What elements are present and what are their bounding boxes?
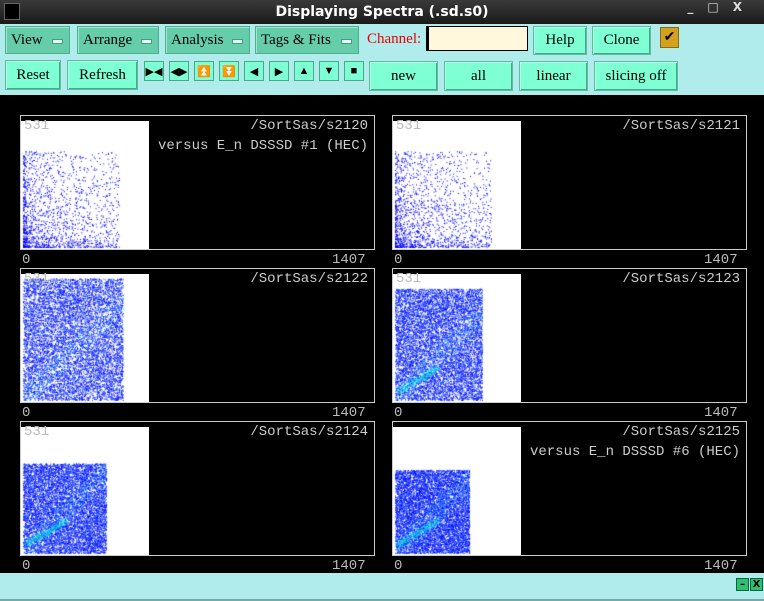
x-min-label: 0 [394,558,403,574]
checkbox[interactable]: ✔ [660,27,679,48]
y-max-label: 531 [24,424,50,440]
title-bar: Displaying Spectra (.sd.s0) _□X [0,0,764,24]
x-min-label: 0 [394,252,403,268]
clone-button[interactable]: Clone [592,26,651,55]
shrink-horizontal-icon[interactable]: ▶◀ [144,61,164,81]
spectrum-name: /SortSas/s2121 [622,118,740,134]
spectrum-name: /SortSas/s2124 [250,424,368,440]
spectrum-name: /SortSas/s2125 [622,424,740,440]
minimize-panel-button[interactable]: – [736,578,749,591]
new-button[interactable]: new [369,61,438,91]
x-min-label: 0 [22,405,31,421]
linear-button[interactable]: linear [519,61,588,91]
arrange-menu-label: Arrange [83,31,133,48]
spectrum-title: E_p versus E_n DSSSD #6 (HEC) [496,444,740,460]
spectrum-title: E_p versus E_n DSSSD #1 (HEC) [124,138,368,154]
scatter-plot[interactable] [21,274,149,402]
tags-fits-menu-label: Tags & Fits [261,31,331,48]
scroll-right-icon[interactable]: ▶ [269,61,289,81]
refresh-button[interactable]: Refresh [67,60,138,90]
expand-horizontal-icon[interactable]: ◀▶ [169,61,189,81]
minimize-button[interactable]: _ [687,0,707,14]
analysis-menu[interactable]: Analysis [165,26,250,54]
x-max-label: 1407 [332,558,366,574]
scatter-plot[interactable] [393,121,521,249]
y-max-label: 531 [24,271,50,287]
close-panel-button[interactable]: X [750,578,763,591]
scatter-plot[interactable] [393,274,521,402]
scatter-plot[interactable] [21,121,149,249]
menu-indicator-icon [141,39,152,44]
status-bar [0,573,764,601]
spectrum-panel[interactable]: /SortSas/s2121 531 [392,115,747,250]
x-max-label: 1407 [704,252,738,268]
arrange-menu[interactable]: Arrange [77,26,159,54]
scatter-plot[interactable] [21,427,149,555]
scroll-left-icon[interactable]: ◀ [244,61,264,81]
spectrum-name: /SortSas/s2122 [250,271,368,287]
y-max-label: 531 [396,271,422,287]
slicing-button[interactable]: slicing off [594,61,678,91]
x-min-label: 0 [22,558,31,574]
x-min-label: 0 [22,252,31,268]
spectrum-panel[interactable]: /SortSas/s2124 531 [20,421,375,556]
menu-indicator-icon [232,39,243,44]
window-title: Displaying Spectra (.sd.s0) [275,4,489,20]
spectrum-panel[interactable]: /SortSas/s2120 E_p versus E_n DSSSD #1 (… [20,115,375,250]
x-min-label: 0 [394,405,403,421]
spectrum-name: /SortSas/s2123 [622,271,740,287]
tags-fits-menu[interactable]: Tags & Fits [255,26,359,54]
x-max-label: 1407 [704,405,738,421]
spectrum-panel[interactable]: /SortSas/s2123 531 [392,268,747,403]
analysis-menu-label: Analysis [171,31,224,48]
close-button[interactable]: X [733,0,756,14]
view-menu[interactable]: View [5,26,70,54]
scroll-down-icon[interactable]: ▼ [319,61,339,81]
spectrum-panel[interactable]: /SortSas/s2125 E_p versus E_n DSSSD #6 (… [392,421,747,556]
reset-button[interactable]: Reset [5,60,61,90]
menu-indicator-icon [341,39,352,44]
app-icon [4,3,20,20]
x-max-label: 1407 [704,558,738,574]
expand-vertical-icon[interactable]: ⏫ [194,61,214,81]
y-max-label: 531 [24,118,50,134]
help-button[interactable]: Help [533,26,587,55]
menu-indicator-icon [52,39,63,44]
spectrum-panel[interactable]: /SortSas/s2122 531 [20,268,375,403]
all-button[interactable]: all [444,61,513,91]
y-max-label: 531 [396,118,422,134]
channel-input[interactable] [426,26,528,51]
maximize-button[interactable]: □ [707,0,732,14]
shrink-vertical-icon[interactable]: ⏬ [219,61,239,81]
spectrum-name: /SortSas/s2120 [250,118,368,134]
x-max-label: 1407 [332,252,366,268]
channel-label: Channel: [367,31,422,47]
scroll-up-icon[interactable]: ▲ [294,61,314,81]
view-menu-label: View [11,31,43,48]
x-max-label: 1407 [332,405,366,421]
scatter-plot[interactable] [393,427,521,555]
full-view-icon[interactable]: ■ [344,61,364,81]
